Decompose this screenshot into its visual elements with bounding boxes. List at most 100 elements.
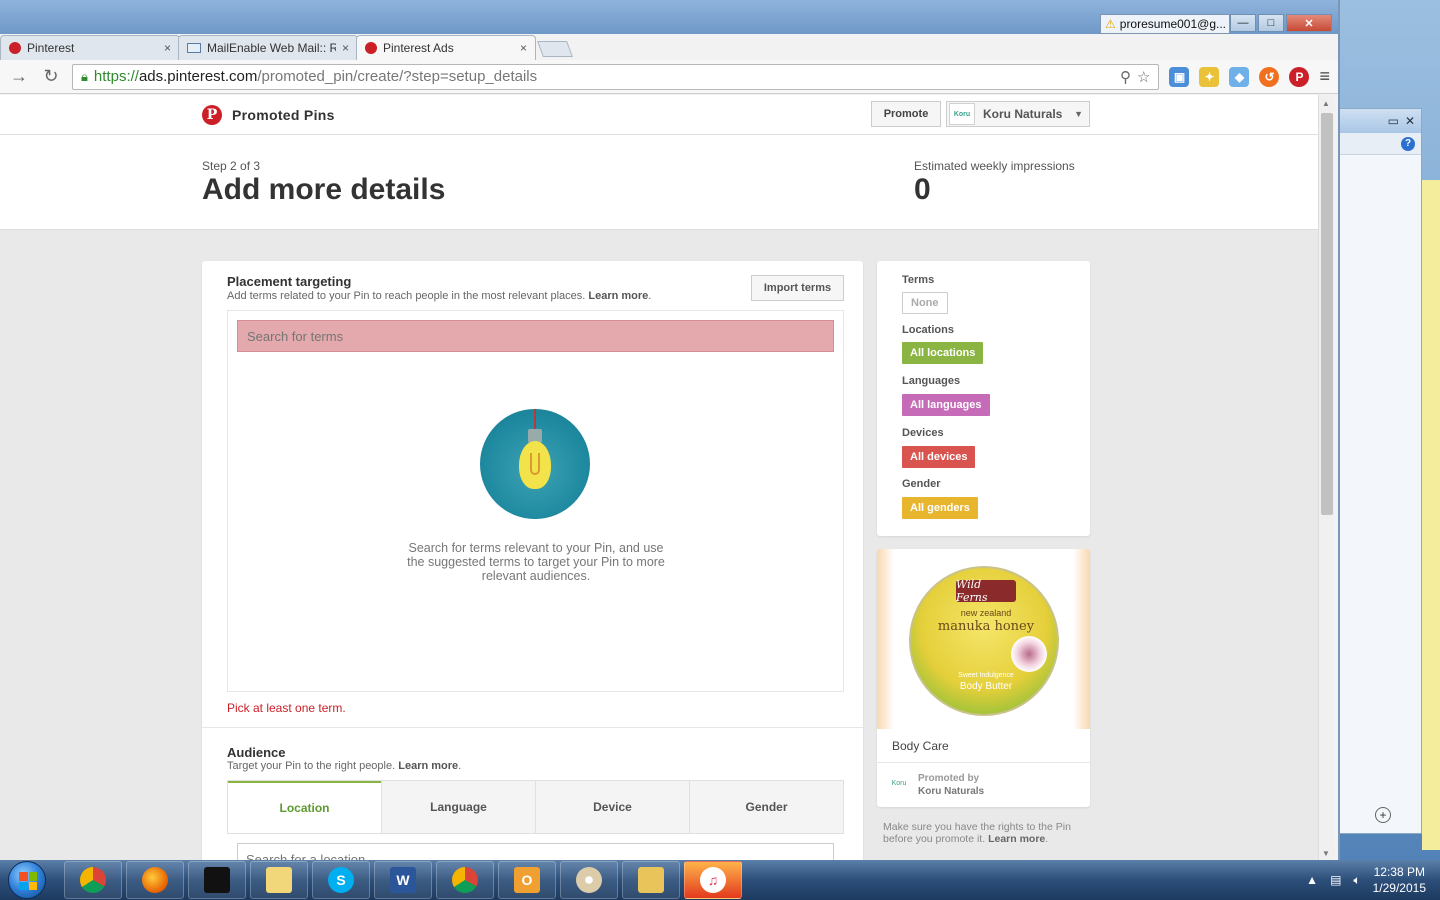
- taskbar-folder[interactable]: [250, 861, 308, 899]
- taskbar-outlook[interactable]: O: [498, 861, 556, 899]
- menu-icon[interactable]: ≡: [1319, 66, 1330, 87]
- tab-close-icon[interactable]: ×: [342, 41, 349, 55]
- forward-icon[interactable]: →: [8, 66, 30, 87]
- tab-language[interactable]: Language: [381, 781, 535, 833]
- taskbar-explorer[interactable]: [622, 861, 680, 899]
- window-controls: — □ ✕: [1230, 14, 1332, 32]
- pin-image: Wild Ferns new zealand manuka honey Swee…: [877, 549, 1090, 729]
- koru-logo-icon: Koru: [949, 103, 975, 125]
- pinterest-icon: [365, 42, 377, 54]
- step-panel: Step 2 of 3 Add more details Estimated w…: [0, 135, 1318, 230]
- skype-icon: S: [328, 867, 354, 893]
- tab-pinterest[interactable]: Pinterest ×: [0, 35, 180, 60]
- app-header: P Promoted Pins Promote Koru Koru Natura…: [0, 95, 1318, 135]
- start-button[interactable]: [8, 861, 46, 899]
- rights-note: Make sure you have the rights to the Pin…: [883, 821, 1071, 845]
- pinterest-extension-icon[interactable]: P: [1289, 66, 1310, 87]
- address-bar[interactable]: 🔒︎ https://ads.pinterest.com/promoted_pi…: [72, 63, 1160, 90]
- add-icon[interactable]: +: [1375, 807, 1391, 823]
- tab-location[interactable]: Location: [228, 781, 381, 833]
- taskbar-chrome-2[interactable]: [436, 861, 494, 899]
- lock-icon: 🔒︎: [81, 68, 88, 84]
- promoter-name: Koru Naturals: [918, 786, 985, 797]
- volume-icon[interactable]: 🔈︎: [1353, 873, 1360, 888]
- close-button[interactable]: ✕: [1286, 14, 1332, 32]
- audience-learn-more-link[interactable]: Learn more: [398, 760, 458, 772]
- audience-title: Audience: [227, 745, 286, 760]
- import-terms-button[interactable]: Import terms: [751, 275, 844, 301]
- devices-badge[interactable]: All devices: [902, 446, 976, 468]
- koru-logo-icon: Koru: [891, 779, 907, 787]
- account-select[interactable]: Koru Koru Naturals ▼: [946, 101, 1090, 127]
- rights-learn-more-link[interactable]: Learn more: [988, 833, 1045, 845]
- tab-pinterest-ads[interactable]: Pinterest Ads ×: [356, 35, 536, 60]
- tab-gender[interactable]: Gender: [689, 781, 843, 833]
- itunes-icon: ♫: [700, 867, 726, 893]
- explorer-icon: [638, 867, 664, 893]
- languages-badge[interactable]: All languages: [902, 394, 990, 416]
- tab-mailenable[interactable]: MailEnable Web Mail:: RE ×: [178, 35, 358, 60]
- taskbar-itunes[interactable]: ♫: [684, 861, 742, 899]
- scroll-down-icon[interactable]: ▼: [1322, 849, 1330, 858]
- taskbar-fitbit[interactable]: [188, 861, 246, 899]
- new-tab-button[interactable]: [537, 41, 573, 57]
- lightbulb-icon: [480, 409, 590, 519]
- system-tray: ▲ ▤ 🔈︎ 12:38 PM 1/29/2015: [1306, 864, 1440, 896]
- extension-cast-icon[interactable]: ▣: [1169, 66, 1190, 87]
- url-path: /promoted_pin/create/?step=setup_details: [257, 68, 538, 85]
- jar-brand: Wild Ferns: [956, 578, 1016, 604]
- folder-icon: [266, 867, 292, 893]
- bookmark-star-icon[interactable]: ☆: [1137, 68, 1150, 86]
- minimize-button[interactable]: —: [1230, 14, 1256, 32]
- restore-icon[interactable]: ▭: [1388, 114, 1399, 128]
- location-search-input[interactable]: [237, 843, 834, 860]
- gender-badge[interactable]: All genders: [902, 497, 978, 519]
- pin-preview-card[interactable]: Wild Ferns new zealand manuka honey Swee…: [877, 549, 1090, 807]
- firefox-icon: [142, 867, 168, 893]
- brand-title: Promoted Pins: [232, 107, 335, 123]
- reload-icon[interactable]: ↻: [40, 66, 62, 87]
- tab-close-icon[interactable]: ×: [164, 41, 171, 55]
- help-icon[interactable]: ?: [1401, 136, 1415, 151]
- profile-badge[interactable]: ⚠ proresume001@g...: [1100, 14, 1230, 34]
- clock[interactable]: 12:38 PM 1/29/2015: [1373, 864, 1426, 896]
- promote-button[interactable]: Promote: [871, 101, 941, 127]
- terms-search-input[interactable]: [237, 320, 834, 352]
- network-icon[interactable]: ▤: [1330, 873, 1341, 887]
- maximize-button[interactable]: □: [1258, 14, 1284, 32]
- tab-strip: Pinterest × MailEnable Web Mail:: RE × P…: [0, 35, 573, 60]
- taskbar-word[interactable]: W: [374, 861, 432, 899]
- placement-learn-more-link[interactable]: Learn more: [588, 290, 648, 302]
- audience-subtitle: Target your Pin to the right people. Lea…: [227, 760, 462, 772]
- chrome-icon: [80, 867, 106, 893]
- product-jar-image: Wild Ferns new zealand manuka honey Swee…: [909, 566, 1059, 716]
- page-title: Add more details: [202, 173, 446, 206]
- terms-error: Pick at least one term.: [227, 701, 346, 715]
- audience-tabs: Location Language Device Gender: [227, 780, 844, 834]
- pinterest-logo-icon: P: [202, 105, 222, 125]
- zoom-icon[interactable]: ⚲: [1120, 68, 1131, 86]
- taskbar-chrome[interactable]: [64, 861, 122, 899]
- scroll-thumb[interactable]: [1321, 113, 1333, 515]
- locations-badge[interactable]: All locations: [902, 342, 984, 364]
- taskbar-paint[interactable]: [560, 861, 618, 899]
- brand[interactable]: P Promoted Pins: [202, 105, 335, 125]
- page-scrollbar[interactable]: ▲ ▼: [1318, 95, 1334, 860]
- scroll-up-icon[interactable]: ▲: [1322, 99, 1330, 108]
- placement-title: Placement targeting: [227, 274, 352, 289]
- tray-expand-icon[interactable]: ▲: [1306, 873, 1318, 887]
- taskbar-firefox[interactable]: [126, 861, 184, 899]
- background-window: ▭ ✕ ? +: [1336, 108, 1422, 834]
- tab-device[interactable]: Device: [535, 781, 689, 833]
- close-icon[interactable]: ✕: [1405, 114, 1415, 128]
- taskbar-skype[interactable]: S: [312, 861, 370, 899]
- extension-puzzle-icon[interactable]: ✦: [1199, 66, 1220, 87]
- word-icon: W: [390, 867, 416, 893]
- extension-sync-icon[interactable]: ↺: [1259, 66, 1280, 87]
- promoted-by-label: Promoted by: [918, 773, 980, 784]
- pin-category: Body Care: [892, 739, 949, 753]
- tab-close-icon[interactable]: ×: [520, 41, 527, 55]
- url-host: ads.pinterest.com: [138, 68, 258, 85]
- extension-shield-icon[interactable]: ◆: [1229, 66, 1250, 87]
- summary-languages-label: Languages: [902, 375, 961, 387]
